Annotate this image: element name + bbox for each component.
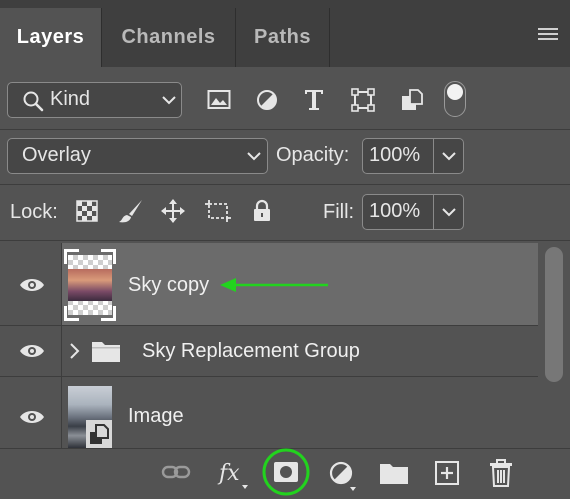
tab-channels[interactable]: Channels <box>102 8 235 67</box>
lock-transparent-pixels-icon[interactable] <box>76 200 98 222</box>
layer-visibility-toggle[interactable] <box>0 243 62 325</box>
panel-menu-icon[interactable] <box>538 28 558 44</box>
layer-thumbnail-image[interactable] <box>68 386 112 448</box>
smart-object-badge-icon <box>86 420 112 448</box>
new-layer-icon[interactable] <box>434 460 460 486</box>
svg-text:fx: fx <box>217 461 240 486</box>
blend-mode-dropdown[interactable]: Overlay <box>7 138 268 174</box>
search-icon <box>23 91 44 112</box>
blend-mode-value: Overlay <box>22 144 91 166</box>
adjustment-filter-icon[interactable] <box>255 88 279 112</box>
layer-row-sky-replacement-group[interactable]: Sky Replacement Group <box>0 326 538 377</box>
smart-object-filter-icon[interactable] <box>400 88 424 112</box>
type-filter-icon[interactable] <box>303 88 325 112</box>
tab-paths-label: Paths <box>254 26 311 48</box>
new-group-icon[interactable] <box>379 461 409 485</box>
link-layers-icon[interactable] <box>161 463 191 481</box>
lock-label: Lock: <box>10 201 58 223</box>
opacity-value: 100% <box>369 144 421 166</box>
fill-value: 100% <box>369 200 421 222</box>
layer-visibility-toggle[interactable] <box>0 377 62 448</box>
chevron-right-icon[interactable] <box>69 342 81 360</box>
lock-position-icon[interactable] <box>160 198 186 224</box>
layer-name: Sky copy <box>128 274 210 296</box>
fill-field[interactable]: 100% <box>362 194 464 230</box>
tab-channels-label: Channels <box>121 26 216 48</box>
chevron-down-icon <box>247 152 261 161</box>
layer-style-fx-icon[interactable]: fx <box>217 458 251 490</box>
lock-artboard-icon[interactable] <box>204 199 232 223</box>
image-filter-icon[interactable] <box>207 89 231 111</box>
eye-icon <box>20 345 44 357</box>
add-mask-icon[interactable] <box>260 448 312 496</box>
layer-name: Sky Replacement Group <box>142 340 360 362</box>
layer-visibility-toggle[interactable] <box>0 326 62 376</box>
delete-layer-icon[interactable] <box>489 459 513 487</box>
lock-all-icon[interactable] <box>252 199 272 223</box>
eye-icon <box>20 279 44 291</box>
kind-label: Kind <box>50 88 91 110</box>
layer-row-image[interactable]: Image <box>0 377 538 448</box>
fill-label: Fill: <box>323 201 355 223</box>
tab-layers-label: Layers <box>16 26 85 48</box>
shape-filter-icon[interactable] <box>351 88 375 112</box>
filter-toggle-icon[interactable] <box>444 81 466 117</box>
opacity-field[interactable]: 100% <box>362 138 464 174</box>
folder-icon <box>92 342 120 362</box>
eye-icon <box>20 411 44 423</box>
layers-scrollbar-thumb[interactable] <box>545 247 563 382</box>
layer-filter-kind-dropdown[interactable]: Kind <box>7 82 182 118</box>
opacity-label: Opacity: <box>276 144 350 166</box>
lock-image-pixels-icon[interactable] <box>118 198 144 224</box>
layer-row-sky-copy[interactable]: Sky copy <box>0 243 538 326</box>
adjustment-layer-icon[interactable] <box>328 460 360 492</box>
tab-layers[interactable]: Layers <box>0 8 101 67</box>
annotation-arrow <box>220 278 328 292</box>
chevron-down-icon[interactable] <box>442 207 456 217</box>
chevron-down-icon <box>162 96 176 105</box>
chevron-down-icon[interactable] <box>442 151 456 161</box>
layer-name: Image <box>128 405 184 427</box>
layer-thumbnail-sky-copy[interactable] <box>64 249 116 321</box>
tab-paths[interactable]: Paths <box>236 8 329 67</box>
